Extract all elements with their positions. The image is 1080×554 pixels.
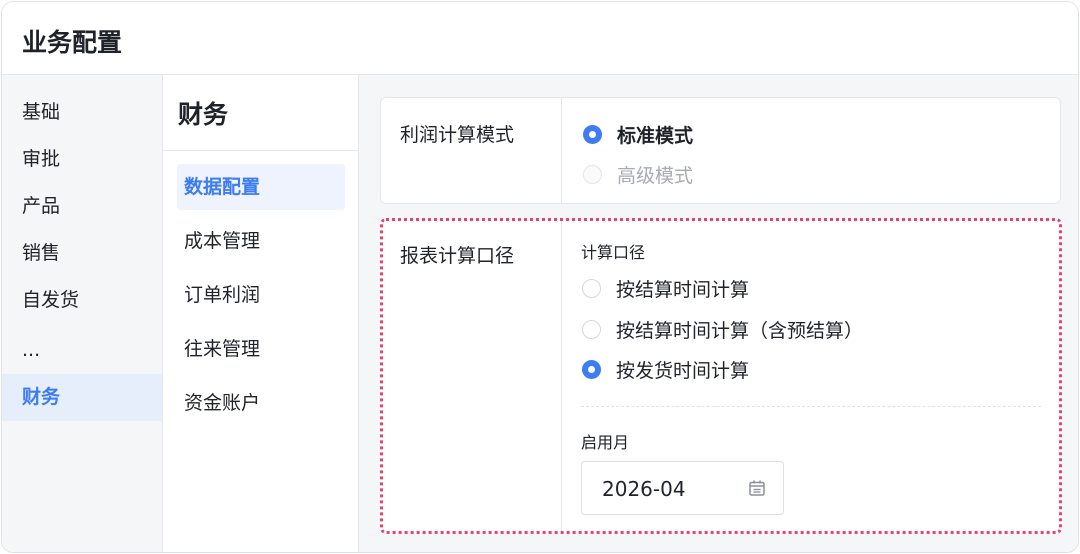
secondary-sidebar-title: 财务 xyxy=(178,100,229,129)
subnav-item-data-config[interactable]: 数据配置 xyxy=(177,164,345,210)
primary-sidebar: 基础 审批 产品 销售 自发货 ... 财务 xyxy=(2,75,163,552)
radio-by-settlement-time-label: 按结算时间计算 xyxy=(616,279,750,301)
enable-month-label: 启用月 xyxy=(581,433,630,452)
calc-basis-field-label: 计算口径 xyxy=(581,243,646,262)
secondary-sidebar-header: 财务 xyxy=(163,75,358,151)
sidebar-item-sales[interactable]: 销售 xyxy=(2,230,162,277)
radio-advanced-mode: 高级模式 xyxy=(583,161,693,188)
radio-checked-icon xyxy=(582,360,601,379)
radio-disabled-icon xyxy=(583,165,602,184)
profit-mode-card: 利润计算模式 标准模式 高级模式 xyxy=(380,97,1061,204)
radio-by-settlement-time-presettle-label: 按结算时间计算（含预结算） xyxy=(616,320,864,342)
profit-mode-label: 利润计算模式 xyxy=(400,124,515,146)
page-title: 业务配置 xyxy=(22,28,123,57)
sidebar-item-approval[interactable]: 审批 xyxy=(2,136,162,183)
settings-panel: 利润计算模式 标准模式 高级模式 报表计算口径 计算口径 按结算时间计算 按结算… xyxy=(359,75,1078,552)
radio-standard-mode[interactable]: 标准模式 xyxy=(583,121,693,148)
radio-by-shipping-time-label: 按发货时间计算 xyxy=(616,360,750,382)
radio-standard-mode-label: 标准模式 xyxy=(617,125,694,147)
radio-by-settlement-time-presettle[interactable]: 按结算时间计算（含预结算） xyxy=(582,316,863,343)
radio-advanced-mode-label: 高级模式 xyxy=(617,165,694,187)
secondary-sidebar: 财务 数据配置 成本管理 订单利润 往来管理 资金账户 xyxy=(163,75,359,552)
subnav-item-order-profit[interactable]: 订单利润 xyxy=(177,272,345,318)
report-basis-label-cell: 报表计算口径 xyxy=(381,219,562,533)
page-header: 业务配置 xyxy=(2,2,1078,75)
profit-mode-label-cell: 利润计算模式 xyxy=(381,98,562,203)
subnav-item-cost-management[interactable]: 成本管理 xyxy=(177,218,345,264)
enable-month-picker[interactable]: 2026-04 xyxy=(581,461,784,515)
subnav-item-accounts[interactable]: 往来管理 xyxy=(177,326,345,372)
radio-by-settlement-time[interactable]: 按结算时间计算 xyxy=(582,275,749,302)
sidebar-item-self-shipping[interactable]: 自发货 xyxy=(2,277,162,324)
radio-by-shipping-time[interactable]: 按发货时间计算 xyxy=(582,356,749,383)
subnav-item-fund-account[interactable]: 资金账户 xyxy=(177,380,345,426)
report-basis-label: 报表计算口径 xyxy=(400,245,515,267)
sidebar-item-finance[interactable]: 财务 xyxy=(2,374,162,421)
sidebar-item-product[interactable]: 产品 xyxy=(2,183,162,230)
calendar-icon[interactable] xyxy=(748,479,766,497)
enable-month-value: 2026-04 xyxy=(602,477,686,501)
section-divider xyxy=(581,406,1041,407)
radio-unchecked-icon xyxy=(582,279,601,298)
radio-checked-icon xyxy=(583,125,602,144)
business-config-window: 业务配置 基础 审批 产品 销售 自发货 ... 财务 财务 数据配置 成本管理… xyxy=(1,1,1079,553)
sidebar-item-more[interactable]: ... xyxy=(2,327,162,374)
radio-unchecked-icon xyxy=(582,320,601,339)
sidebar-item-basic[interactable]: 基础 xyxy=(2,89,162,136)
